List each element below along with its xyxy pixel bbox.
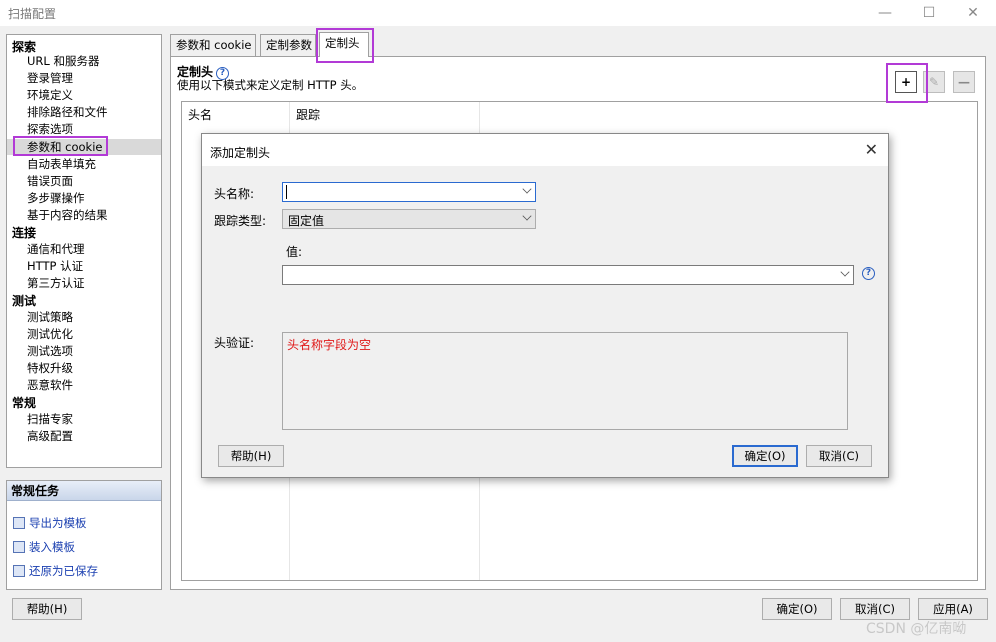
sidebar-item-content-results[interactable]: 基于内容的结果 (27, 207, 108, 223)
task-export-template[interactable]: 导出为模板 (13, 515, 87, 531)
sidebar-item-exclude-paths[interactable]: 排除路径和文件 (27, 104, 108, 120)
value-help-icon[interactable]: ? (862, 267, 875, 280)
header-name-label: 头名称: (214, 187, 255, 201)
add-custom-header-dialog: 添加定制头 ✕ 头名称: 跟踪类型: 固定值 值: ? 头验证: 头名称字段为空… (201, 133, 889, 478)
panel-description: 使用以下模式来定义定制 HTTP 头。 (177, 78, 364, 92)
highlight-sidebar-params-cookie (13, 136, 108, 156)
sidebar-item-scan-expert[interactable]: 扫描专家 (27, 411, 73, 427)
sidebar-item-http-auth[interactable]: HTTP 认证 (27, 258, 83, 274)
task-restore-saved[interactable]: 还原为已保存 (13, 563, 98, 579)
sidebar-item-third-party-auth[interactable]: 第三方认证 (27, 275, 85, 291)
dialog-title: 添加定制头 (210, 146, 271, 160)
column-header-name-label[interactable]: 头名 (188, 106, 212, 123)
title-bar: 扫描配置 — ☐ ✕ (0, 0, 996, 26)
sidebar-category-general: 常规 (12, 396, 37, 410)
settings-sidebar: 探索 URL 和服务器 登录管理 环境定义 排除路径和文件 探索选项 参数和 c… (6, 34, 162, 468)
sidebar-item-test-options[interactable]: 测试选项 (27, 343, 73, 359)
dialog-title-bar: 添加定制头 ✕ (202, 134, 888, 166)
export-icon (13, 517, 25, 529)
chevron-down-icon[interactable] (522, 184, 532, 194)
sidebar-category-connect: 连接 (12, 226, 37, 240)
validation-label: 头验证: (214, 336, 255, 350)
track-type-select[interactable]: 固定值 (282, 209, 536, 229)
dialog-close-icon[interactable]: ✕ (865, 140, 878, 159)
watermark: CSDN @亿南呦 (866, 621, 967, 637)
tab-params-cookie[interactable]: 参数和 cookie (170, 34, 256, 56)
sidebar-item-proxy[interactable]: 通信和代理 (27, 241, 85, 257)
sidebar-item-multistep[interactable]: 多步骤操作 (27, 190, 85, 206)
tab-custom-params[interactable]: 定制参数 (260, 34, 316, 56)
help-button[interactable]: 帮助(H) (12, 598, 82, 620)
sidebar-item-malware[interactable]: 恶意软件 (27, 377, 73, 393)
chevron-down-icon[interactable] (522, 211, 532, 221)
dialog-ok-button[interactable]: 确定(O) (732, 445, 798, 467)
ok-button[interactable]: 确定(O) (762, 598, 832, 620)
task-load-template[interactable]: 装入模板 (13, 539, 75, 555)
chevron-down-icon[interactable] (840, 267, 850, 277)
track-type-label: 跟踪类型: (214, 214, 267, 228)
sidebar-item-autofill[interactable]: 自动表单填充 (27, 156, 96, 172)
sidebar-item-privilege-escalation[interactable]: 特权升级 (27, 360, 73, 376)
sidebar-item-explore-options[interactable]: 探索选项 (27, 121, 73, 137)
value-label: 值: (286, 245, 303, 259)
window-title: 扫描配置 (8, 7, 57, 21)
restore-icon (13, 565, 25, 577)
apply-button[interactable]: 应用(A) (918, 598, 988, 620)
maximize-button[interactable]: ☐ (914, 3, 944, 23)
sidebar-item-login[interactable]: 登录管理 (27, 70, 73, 86)
highlight-add-button (886, 63, 928, 103)
sidebar-item-url-server[interactable]: URL 和服务器 (27, 53, 99, 69)
header-name-combo[interactable] (282, 182, 536, 202)
close-window-button[interactable]: ✕ (958, 3, 988, 23)
dialog-help-button[interactable]: 帮助(H) (218, 445, 284, 467)
sidebar-item-environment[interactable]: 环境定义 (27, 87, 73, 103)
sidebar-item-error-pages[interactable]: 错误页面 (27, 173, 73, 189)
sidebar-item-test-policy[interactable]: 测试策略 (27, 309, 73, 325)
load-icon (13, 541, 25, 553)
text-caret (286, 185, 287, 199)
common-tasks-header: 常规任务 (7, 481, 161, 501)
value-combo[interactable] (282, 265, 854, 285)
highlight-tab-custom-headers (316, 28, 374, 63)
sidebar-item-advanced-config[interactable]: 高级配置 (27, 428, 73, 444)
common-tasks-panel: 常规任务 导出为模板 装入模板 还原为已保存 (6, 480, 162, 590)
column-tracking-label[interactable]: 跟踪 (296, 106, 320, 123)
validation-message: 头名称字段为空 (287, 338, 372, 352)
sidebar-item-test-optimization[interactable]: 测试优化 (27, 326, 73, 342)
sidebar-category-test: 测试 (12, 294, 37, 308)
remove-header-button[interactable]: — (953, 71, 975, 93)
minimize-button[interactable]: — (870, 3, 900, 23)
validation-box: 头名称字段为空 (282, 332, 848, 430)
dialog-cancel-button[interactable]: 取消(C) (806, 445, 872, 467)
cancel-button[interactable]: 取消(C) (840, 598, 910, 620)
